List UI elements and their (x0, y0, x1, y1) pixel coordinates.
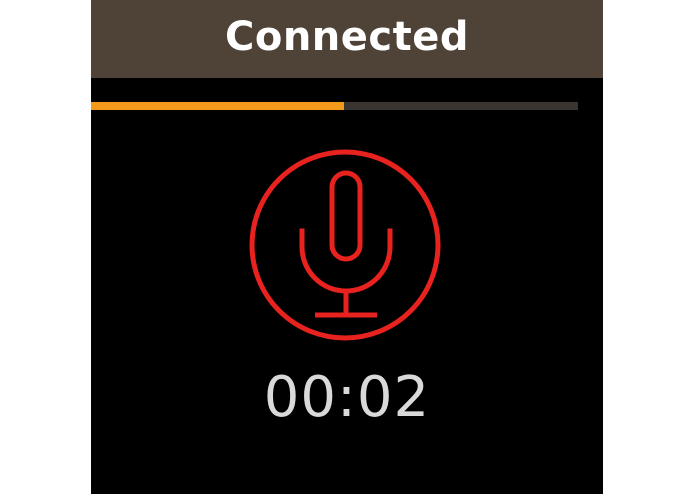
progress-bar-fill (91, 102, 345, 110)
status-header: Connected (91, 0, 603, 78)
elapsed-timer: 00:02 (263, 365, 431, 430)
microphone-icon (249, 149, 441, 341)
progress-bar (91, 102, 578, 110)
recording-screen: Connected 00:02 (91, 0, 603, 494)
record-button[interactable] (247, 147, 443, 343)
connection-status-title: Connected (224, 14, 469, 60)
